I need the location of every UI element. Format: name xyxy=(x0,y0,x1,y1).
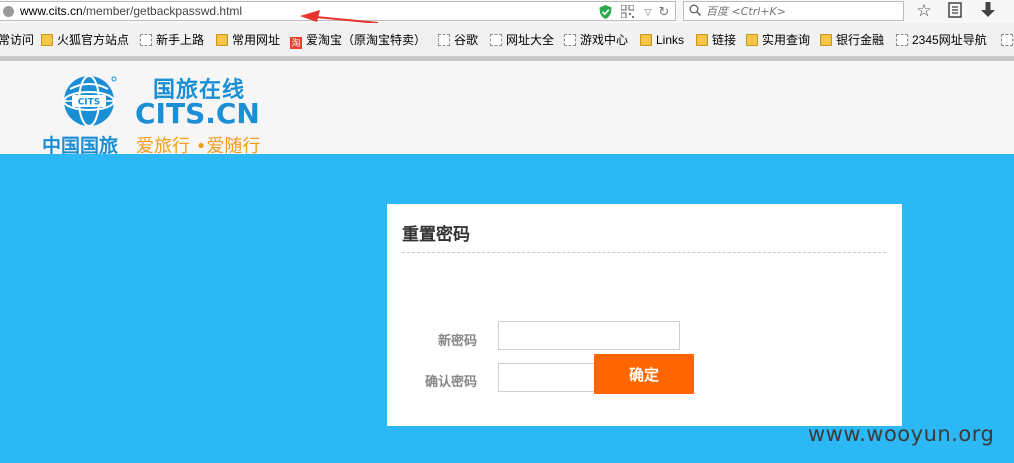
bookmark-item[interactable]: 网址大全 xyxy=(490,32,554,48)
globe-icon xyxy=(3,6,14,17)
reload-icon[interactable]: ↻ xyxy=(657,5,671,19)
folder-icon xyxy=(640,34,652,46)
bookmark-overflow-icon[interactable] xyxy=(1001,32,1014,48)
bookmark-item[interactable]: 谷歌 xyxy=(438,32,478,48)
url-host: www.cits.cn xyxy=(20,4,83,18)
bookmark-label: 常访问 xyxy=(0,33,35,47)
browser-toolbar: www.cits.cn/member/getbackpasswd.html ▽ … xyxy=(0,0,1014,24)
bookmark-label: 爱淘宝（原淘宝特卖） xyxy=(306,33,427,47)
bookmark-item[interactable]: 火狐官方站点 xyxy=(41,32,129,48)
reset-password-form: 重置密码 新密码 确认密码 确定 xyxy=(387,204,902,426)
bookmark-item[interactable]: 新手上路 xyxy=(140,32,204,48)
bookmarks-bar: 常访问 火狐官方站点 新手上路 常用网址 淘爱淘宝（原淘宝特卖） 谷歌 网址大全… xyxy=(0,23,1014,61)
logo-domain: CITS.CN xyxy=(135,97,260,130)
shield-icon[interactable] xyxy=(598,5,612,19)
globe-emblem-icon: CITS xyxy=(63,75,117,127)
bookmark-label: 常用网址 xyxy=(232,33,281,47)
bookmark-label: 新手上路 xyxy=(156,33,205,47)
bookmark-label: 链接 xyxy=(712,33,737,47)
bookmark-item[interactable]: 实用查询 xyxy=(746,32,810,48)
form-title: 重置密码 xyxy=(402,225,470,245)
folder-icon xyxy=(696,34,708,46)
search-input[interactable] xyxy=(706,4,896,18)
bookmark-item[interactable]: 2345网址导航 xyxy=(896,32,987,48)
taobao-icon: 淘 xyxy=(290,37,302,49)
bookmark-label: 实用查询 xyxy=(762,33,811,47)
folder-icon xyxy=(216,34,228,46)
divider xyxy=(402,252,886,253)
svg-text:CITS: CITS xyxy=(78,98,101,108)
search-icon xyxy=(689,4,702,19)
bookmark-label: 游戏中心 xyxy=(580,33,629,47)
page-icon xyxy=(564,34,576,46)
reading-list-icon[interactable] xyxy=(943,1,967,21)
bookmark-item[interactable]: 银行金融 xyxy=(820,32,884,48)
page-icon xyxy=(490,34,502,46)
annotation-arrow-icon xyxy=(300,10,378,24)
bookmark-item[interactable]: 游戏中心 xyxy=(564,32,628,48)
folder-icon xyxy=(41,34,53,46)
star-icon[interactable]: ☆ xyxy=(912,1,936,21)
page-icon xyxy=(140,34,152,46)
bookmark-label: Links xyxy=(656,33,685,47)
bookmark-item[interactable]: Links xyxy=(640,32,684,48)
site-header: CITS 国旅在线 CITS.CN 中国国旅 爱旅行 •爱随行 xyxy=(0,61,1014,157)
download-icon[interactable] xyxy=(976,1,1000,21)
bookmark-label: 2345网址导航 xyxy=(912,33,987,47)
bookmark-item[interactable]: 链接 xyxy=(696,32,736,48)
new-password-field[interactable] xyxy=(498,321,680,350)
site-logo[interactable]: CITS 国旅在线 CITS.CN 中国国旅 爱旅行 •爱随行 xyxy=(40,71,280,157)
address-bar[interactable]: www.cits.cn/member/getbackpasswd.html ▽ … xyxy=(0,1,676,24)
page-icon xyxy=(896,34,908,46)
bookmark-item[interactable]: 淘爱淘宝（原淘宝特卖） xyxy=(290,32,427,49)
watermark: www.wooyun.org xyxy=(808,422,995,446)
folder-icon xyxy=(746,34,758,46)
search-box[interactable] xyxy=(683,1,904,21)
bookmark-item[interactable]: 常访问 xyxy=(0,32,34,48)
page-icon xyxy=(438,34,450,46)
chevron-down-icon[interactable]: ▽ xyxy=(641,5,655,19)
main-content: 重置密码 新密码 确认密码 确定 xyxy=(0,154,1014,463)
bookmark-item[interactable]: 常用网址 xyxy=(216,32,280,48)
bookmark-label: 网址大全 xyxy=(506,33,555,47)
qr-code-icon[interactable] xyxy=(619,4,635,19)
confirm-password-label: 确认密码 xyxy=(424,375,477,390)
url-path: /member/getbackpasswd.html xyxy=(82,4,243,18)
folder-icon xyxy=(820,34,832,46)
bookmark-label: 火狐官方站点 xyxy=(57,33,130,47)
url-text[interactable]: www.cits.cn/member/getbackpasswd.html xyxy=(20,4,242,18)
bookmark-label: 谷歌 xyxy=(454,33,479,47)
bookmark-label: 银行金融 xyxy=(836,33,885,47)
new-password-label: 新密码 xyxy=(437,334,477,349)
submit-button[interactable]: 确定 xyxy=(594,354,694,394)
